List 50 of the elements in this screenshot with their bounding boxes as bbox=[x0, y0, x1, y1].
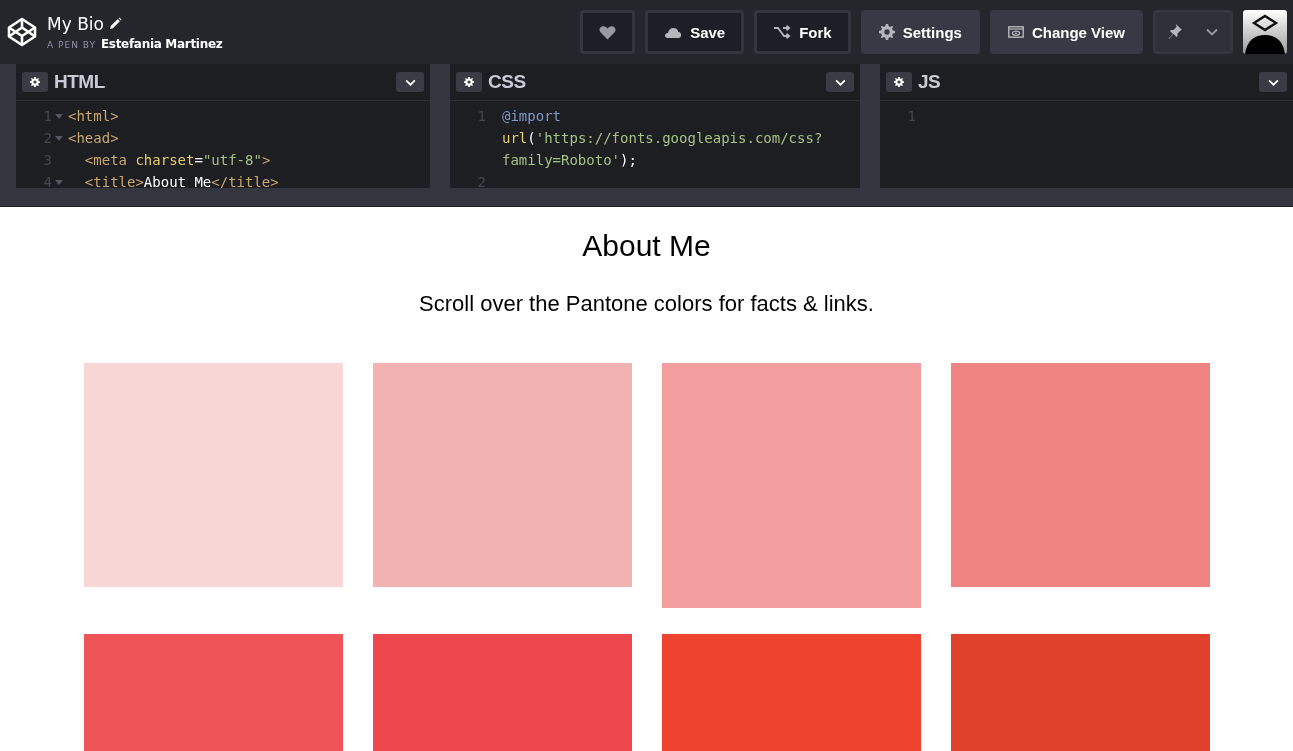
toolbar-button[interactable]: Save bbox=[645, 10, 745, 54]
code-line: <title>About Me</title> bbox=[83, 174, 279, 188]
editor-menu-button[interactable] bbox=[396, 72, 424, 92]
code-line: <html> bbox=[68, 108, 119, 124]
pencil-icon[interactable] bbox=[108, 17, 122, 30]
caret-icon[interactable] bbox=[1206, 28, 1218, 36]
editor-settings-button[interactable] bbox=[456, 72, 482, 92]
editor-menu-button[interactable] bbox=[826, 72, 854, 92]
toolbar-button[interactable]: Fork bbox=[754, 10, 851, 54]
user-avatar[interactable] bbox=[1243, 10, 1287, 54]
toolbar-button[interactable]: Settings bbox=[860, 10, 980, 54]
editor-settings-button[interactable] bbox=[886, 72, 912, 92]
chevron-down-icon bbox=[834, 78, 846, 86]
gear-icon bbox=[464, 77, 474, 87]
pen-title[interactable]: My Bio bbox=[47, 13, 104, 34]
page-subtitle: Scroll over the Pantone colors for facts & links. bbox=[418, 291, 875, 317]
editor-title: JS bbox=[918, 71, 941, 93]
author-link[interactable]: Estefania Martinez bbox=[100, 36, 223, 51]
color-swatch[interactable] bbox=[83, 363, 343, 587]
love-button[interactable] bbox=[580, 10, 636, 54]
toolbar-button[interactable]: Change View bbox=[989, 10, 1143, 54]
color-swatch[interactable] bbox=[950, 363, 1210, 587]
page-heading: About Me bbox=[581, 229, 712, 263]
code-line: url('https://fonts.googleapis.com/css? bbox=[502, 130, 823, 146]
gear-icon bbox=[894, 77, 904, 87]
code-line: family=Roboto'); bbox=[502, 152, 637, 168]
fold-icon[interactable] bbox=[55, 113, 63, 119]
settings-icon bbox=[878, 24, 895, 40]
pin-control[interactable] bbox=[1153, 10, 1233, 54]
pin-icon[interactable] bbox=[1168, 24, 1182, 40]
code-line: <head> bbox=[68, 130, 119, 146]
fold-icon[interactable] bbox=[55, 135, 63, 141]
editor-title: CSS bbox=[488, 71, 526, 93]
code-line: <meta charset="utf-8"> bbox=[83, 152, 271, 168]
heart-icon bbox=[599, 24, 617, 40]
color-swatch[interactable] bbox=[661, 363, 921, 608]
cube-logo-icon[interactable] bbox=[6, 16, 38, 48]
chevron-down-icon bbox=[404, 78, 416, 86]
editor-menu-button[interactable] bbox=[1259, 72, 1287, 92]
color-swatch[interactable] bbox=[372, 363, 632, 587]
code-line: @import bbox=[502, 108, 561, 124]
chevron-down-icon bbox=[1267, 78, 1279, 86]
byline-label: A PEN BY bbox=[47, 39, 96, 50]
fold-icon[interactable] bbox=[55, 179, 63, 185]
view-icon bbox=[1007, 26, 1024, 38]
cloud-icon bbox=[664, 26, 683, 38]
fork-icon bbox=[773, 25, 792, 39]
gear-icon bbox=[30, 77, 40, 87]
editor-title: HTML bbox=[54, 71, 105, 93]
editor-settings-button[interactable] bbox=[22, 72, 48, 92]
